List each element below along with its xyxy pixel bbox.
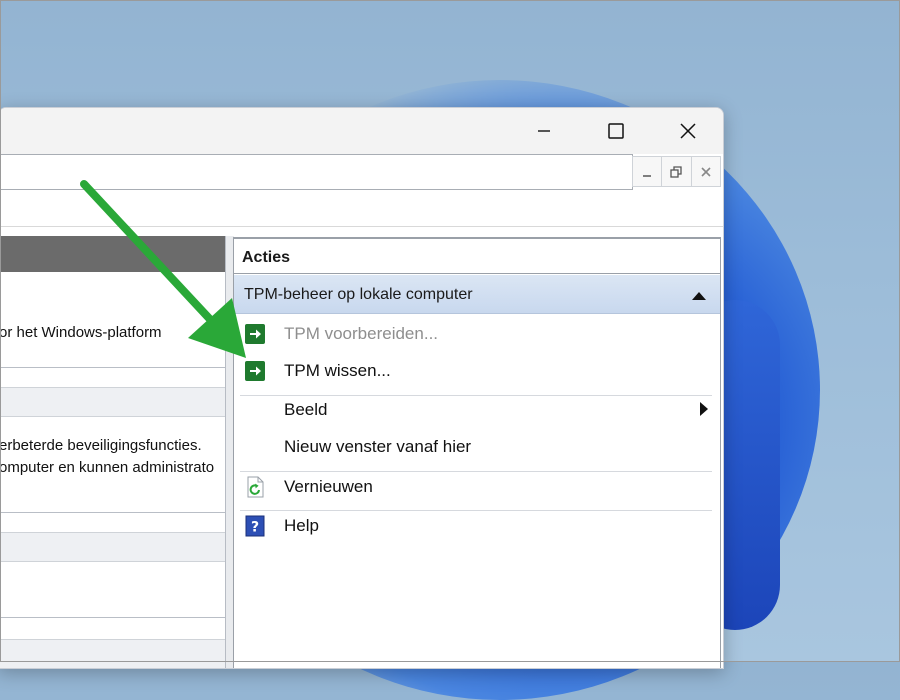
mdi-minimize-button[interactable] (632, 156, 663, 187)
mdi-controls (632, 156, 721, 187)
action-label: TPM wissen... (284, 361, 391, 380)
maximize-button[interactable] (593, 114, 639, 148)
action-label: Vernieuwen (284, 477, 373, 496)
section-band[interactable] (0, 639, 225, 668)
minimize-icon (643, 174, 652, 177)
mdi-close-button[interactable] (690, 156, 721, 187)
close-button[interactable] (665, 114, 711, 148)
action-label: Help (284, 516, 319, 535)
maximize-icon (608, 123, 624, 139)
divider (0, 512, 225, 513)
section-band[interactable] (0, 387, 225, 417)
submenu-arrow-icon (700, 402, 708, 416)
section-band[interactable] (0, 532, 225, 562)
minimize-icon (538, 130, 550, 132)
result-text-line: erbeterde beveiligingsfuncties. (0, 437, 202, 454)
action-label: TPM voorbereiden... (284, 324, 439, 343)
mdi-restore-button[interactable] (661, 156, 692, 187)
help-icon: ? (245, 515, 265, 537)
close-icon (701, 166, 711, 177)
svg-text:?: ? (251, 520, 259, 536)
action-refresh[interactable]: Vernieuwen (234, 468, 720, 504)
minimize-button[interactable] (521, 114, 567, 148)
action-view[interactable]: Beeld (234, 391, 720, 427)
green-pointer-arrow-icon (80, 180, 246, 358)
refresh-icon (247, 476, 264, 498)
result-text-line: omputer en kunnen administrato (0, 459, 215, 476)
divider (234, 273, 720, 274)
close-icon (680, 123, 696, 139)
action-label: Nieuw venster vanaf hier (284, 437, 472, 456)
collapse-caret-icon[interactable] (692, 292, 706, 300)
group-label: TPM-beheer op lokale computer (244, 286, 473, 303)
divider (0, 617, 225, 618)
restore-icon (670, 165, 683, 178)
action-tpm-prepare[interactable]: TPM voorbereiden... (234, 315, 720, 351)
actions-pane: Acties TPM-beheer op lokale computer TPM… (233, 237, 721, 668)
action-help[interactable]: ? Help (234, 507, 720, 543)
action-label: Beeld (284, 400, 328, 419)
action-new-window[interactable]: Nieuw venster vanaf hier (234, 428, 720, 464)
action-tpm-clear[interactable]: TPM wissen... (234, 352, 720, 388)
actions-group-header[interactable]: TPM-beheer op lokale computer (234, 275, 720, 314)
title-bar[interactable] (0, 108, 723, 154)
